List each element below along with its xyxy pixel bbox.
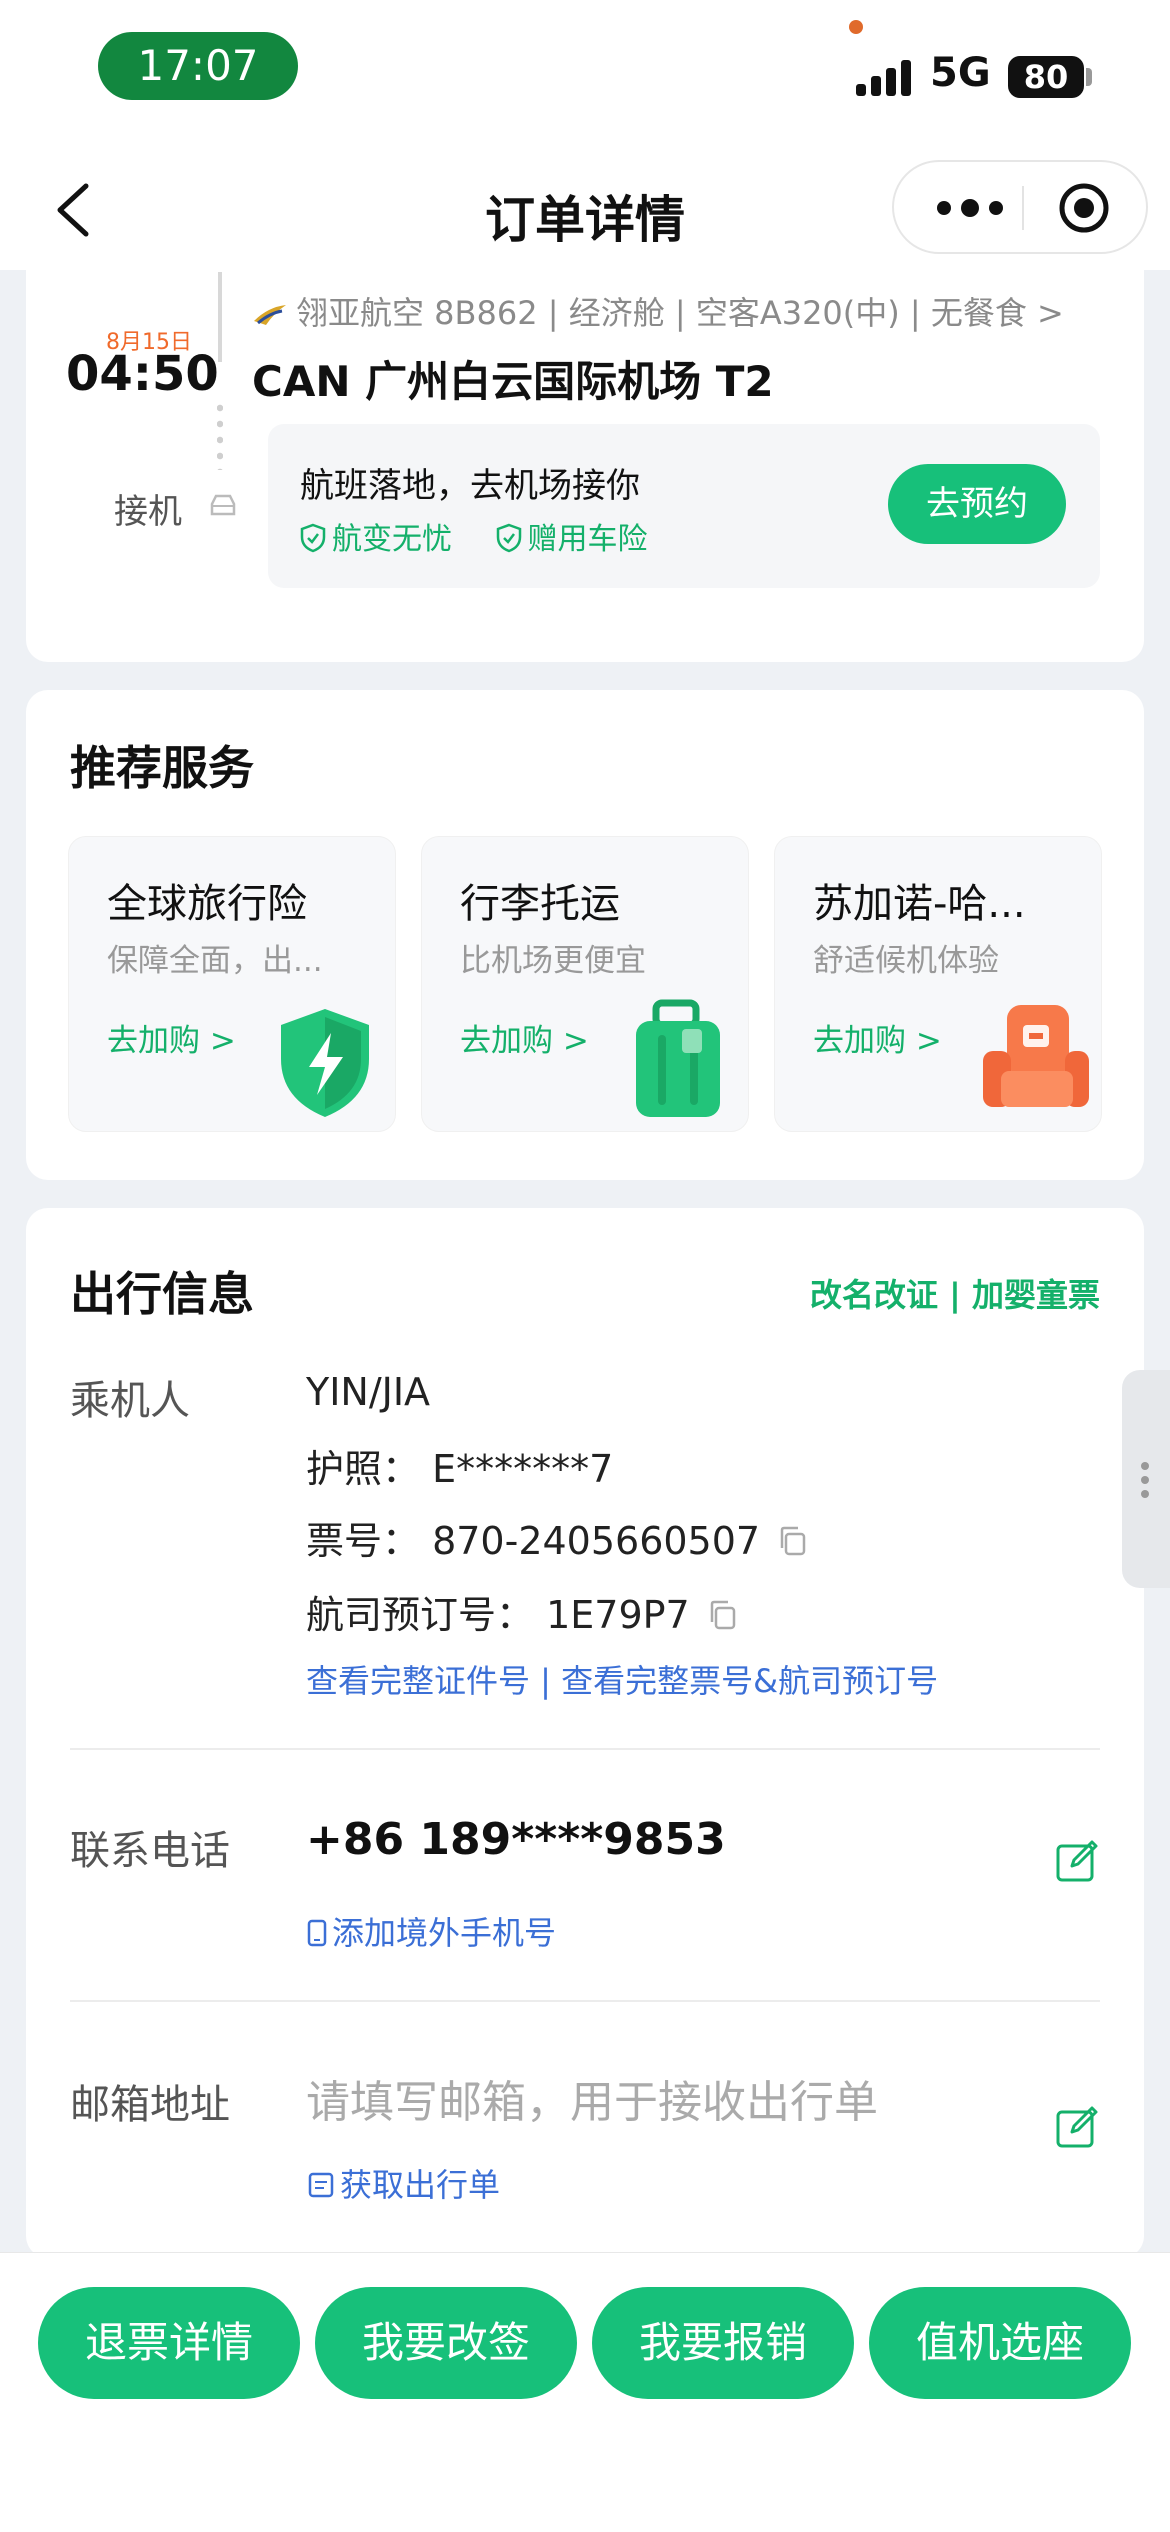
pickup-tags: 航变无忧 赠用车险	[300, 514, 682, 558]
passenger-name: YIN/JIA	[306, 1370, 431, 1414]
airline-logo-icon	[254, 305, 286, 325]
more-dots-icon[interactable]	[930, 190, 1010, 226]
passport-number: 护照： E*******7	[306, 1447, 614, 1491]
get-itinerary-link[interactable]: 获取出行单	[306, 2160, 500, 2206]
section-title-recommend: 推荐服务	[70, 741, 254, 795]
recommended-services-card: 推荐服务 全球旅行险 保障全面，出... 去加购 > 行李托运 比机场更便宜 去…	[26, 690, 1144, 1180]
service-subtitle: 舒适候机体验	[813, 943, 999, 979]
service-title: 行李托运	[460, 881, 620, 927]
checkin-seat-button[interactable]: 值机选座	[869, 2287, 1131, 2399]
service-title: 全球旅行险	[107, 881, 307, 927]
bottom-action-bar: 退票详情 我要改签 我要报销 值机选座	[0, 2252, 1170, 2532]
pickup-label: 接机	[114, 492, 182, 532]
view-full-details-links[interactable]: 查看完整证件号 | 查看完整票号&航司预订号	[306, 1656, 938, 1702]
miniprogram-capsule	[892, 160, 1148, 254]
service-buy-link[interactable]: 去加购 >	[460, 1015, 589, 1060]
pickup-tag: 赠用车险	[496, 514, 648, 558]
service-subtitle: 比机场更便宜	[460, 943, 646, 979]
edit-phone-icon[interactable]	[1054, 1838, 1100, 1884]
flight-card: 8月15日 04:50 翎亚航空 8B862 | 经济舱 | 空客A320(中)…	[26, 260, 1144, 662]
add-overseas-phone-link[interactable]: 添加境外手机号	[306, 1908, 556, 1954]
contact-phone-label: 联系电话	[70, 1828, 230, 1874]
service-lounge[interactable]: 苏加诺-哈... 舒适候机体验 去加购 >	[774, 836, 1102, 1132]
airline-booking-number: 航司预订号： 1E79P7	[306, 1593, 690, 1637]
edit-email-icon[interactable]	[1054, 2104, 1100, 2150]
nav-bar: 订单详情	[0, 150, 1170, 270]
battery-tip	[1086, 68, 1092, 86]
reimbursement-button[interactable]: 我要报销	[592, 2287, 854, 2399]
divider	[70, 2000, 1100, 2002]
airline-info-text: 翎亚航空 8B862 | 经济舱 | 空客A320(中) | 无餐食 >	[296, 294, 1064, 332]
status-time: 17:07	[98, 32, 298, 100]
divider	[70, 1748, 1100, 1750]
timeline-dots	[217, 400, 223, 470]
get-itinerary-text: 获取出行单	[340, 2166, 501, 2204]
ticket-number-row: 票号： 870-2405660507	[306, 1510, 810, 1565]
pickup-tag-text: 航变无忧	[332, 522, 452, 557]
shield-check-icon	[496, 523, 521, 553]
copy-icon[interactable]	[776, 1524, 810, 1558]
pnr-row: 航司预订号： 1E79P7	[306, 1584, 740, 1639]
car-icon	[210, 494, 236, 516]
change-ticket-button[interactable]: 我要改签	[315, 2287, 577, 2399]
passenger-label: 乘机人	[70, 1378, 190, 1424]
lounge-chair-icon	[983, 1005, 1089, 1107]
service-subtitle: 保障全面，出...	[107, 943, 323, 979]
service-travel-insurance[interactable]: 全球旅行险 保障全面，出... 去加购 >	[68, 836, 396, 1132]
shield-check-icon	[300, 523, 326, 553]
pickup-banner[interactable]: 航班落地，去机场接你 航变无忧 赠用车险 去预约	[268, 424, 1100, 588]
copy-icon[interactable]	[706, 1598, 740, 1632]
section-title-travel-info: 出行信息	[70, 1267, 254, 1321]
email-label: 邮箱地址	[70, 2082, 230, 2128]
luggage-icon	[636, 999, 720, 1117]
itinerary-doc-icon	[308, 2172, 334, 2198]
service-buy-link[interactable]: 去加购 >	[107, 1015, 236, 1060]
pickup-title: 航班落地，去机场接你	[300, 466, 640, 506]
airline-info[interactable]: 翎亚航空 8B862 | 经济舱 | 空客A320(中) | 无餐食 >	[252, 288, 1064, 334]
add-overseas-phone-text: 添加境外手机号	[332, 1914, 557, 1952]
close-miniprogram-icon[interactable]	[1056, 180, 1112, 236]
privacy-indicator-dot	[849, 20, 863, 34]
battery-icon: 80	[1008, 56, 1084, 98]
status-bar: 17:07 5G 80	[0, 0, 1170, 150]
reserve-pickup-button[interactable]: 去预约	[888, 464, 1066, 544]
phone-icon	[307, 1919, 327, 1947]
arrival-airport: CAN 广州白云国际机场 T2	[252, 357, 774, 406]
service-title: 苏加诺-哈...	[813, 881, 1026, 927]
change-name-add-infant-links[interactable]: 改名改证 | 加婴童票	[810, 1270, 1100, 1316]
pickup-tag-text: 赠用车险	[527, 522, 648, 557]
signal-icon	[856, 56, 916, 96]
service-buy-link[interactable]: 去加购 >	[813, 1015, 942, 1060]
pickup-tag: 航变无忧	[300, 514, 452, 558]
arrival-time: 04:50	[66, 346, 219, 402]
timeline-line	[218, 272, 222, 362]
email-input[interactable]: 请填写邮箱，用于接收出行单	[306, 2066, 878, 2130]
travel-info-card: 出行信息 改名改证 | 加婴童票 乘机人 YIN/JIA 护照： E******…	[26, 1208, 1144, 2258]
floating-side-handle[interactable]	[1122, 1370, 1170, 1588]
contact-phone: +86 189****9853	[306, 1814, 726, 1865]
ticket-number: 票号： 870-2405660507	[306, 1519, 761, 1563]
capsule-divider	[1022, 186, 1024, 230]
network-type: 5G	[930, 50, 991, 96]
service-baggage[interactable]: 行李托运 比机场更便宜 去加购 >	[421, 836, 749, 1132]
refund-details-button[interactable]: 退票详情	[38, 2287, 300, 2399]
insurance-shield-icon	[281, 1009, 369, 1117]
